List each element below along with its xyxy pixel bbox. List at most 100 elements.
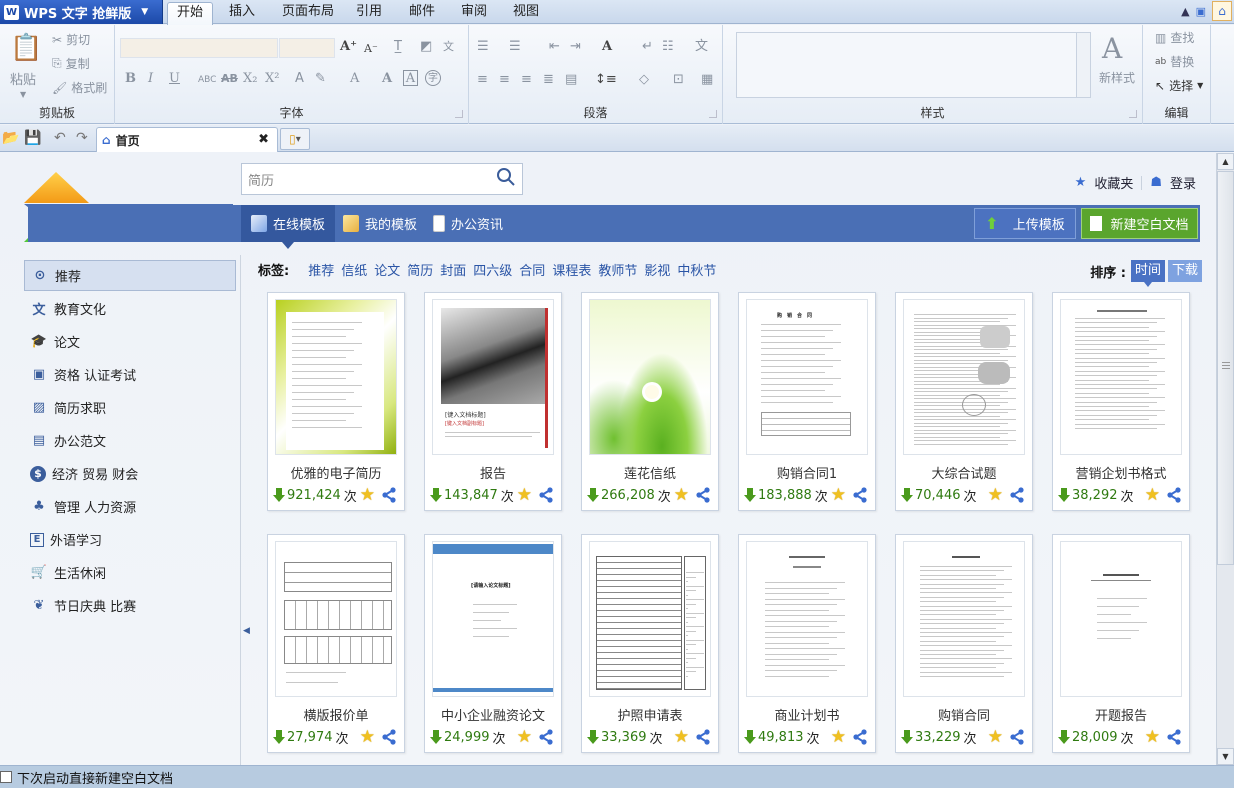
template-card[interactable]: 购销合同 购销合同1 183,888 次 ★ <box>738 292 876 511</box>
sidebar-item-management[interactable]: ♣ 管理 人力资源 <box>24 491 236 522</box>
tag-link[interactable]: 课程表 <box>552 260 591 279</box>
justify-icon[interactable]: ≣ <box>543 72 554 88</box>
template-card[interactable]: 购销合同 33,229 次 ★ <box>895 534 1033 753</box>
bullets-icon[interactable]: ☰ <box>477 39 489 55</box>
pinyin-icon[interactable]: 文 <box>443 39 454 55</box>
clear-format-icon[interactable]: ◩ <box>420 39 432 55</box>
redo-icon[interactable]: ↷ <box>76 130 88 146</box>
sidebar-item-lifestyle[interactable]: 🛒 生活休闲 <box>24 557 236 588</box>
align-center-icon[interactable]: ≡ <box>499 72 510 88</box>
find-button[interactable]: ▥ 查找 <box>1155 29 1194 46</box>
tab-mailings[interactable]: 邮件 <box>402 2 442 24</box>
tag-link[interactable]: 信纸 <box>341 260 367 279</box>
template-thumbnail[interactable]: 购销合同 <box>746 299 868 455</box>
favorite-star-icon[interactable]: ★ <box>674 727 689 747</box>
scroll-up-icon[interactable]: ▲ <box>1217 153 1234 170</box>
template-card[interactable]: 营销企划书格式 38,292 次 ★ <box>1052 292 1190 511</box>
save-icon[interactable]: 💾 <box>24 130 41 146</box>
paste-button[interactable]: 粘贴 <box>10 69 36 88</box>
char-spacing-icon[interactable]: A <box>602 39 612 55</box>
superscript-icon[interactable]: X² <box>265 71 279 87</box>
para-layout-icon[interactable]: ☷ <box>662 39 674 55</box>
home-icon[interactable]: ⌂ <box>1212 1 1232 21</box>
startup-new-blank-label[interactable]: 下次启动直接新建空白文档 <box>17 768 173 787</box>
template-card[interactable]: 大综合试题 70,446 次 ★ <box>895 292 1033 511</box>
char-border-icon[interactable]: A <box>403 70 418 86</box>
italic-icon[interactable]: I <box>148 71 153 87</box>
tag-link[interactable]: 影视 <box>644 260 670 279</box>
window-switch-icon[interactable]: ▣ <box>1196 5 1206 18</box>
new-style-button[interactable]: 新样式 <box>1099 69 1135 86</box>
template-card[interactable]: 莲花信纸 266,208 次 ★ <box>581 292 719 511</box>
sidebar-item-resume[interactable]: ▨ 简历求职 <box>24 392 236 423</box>
borders-icon[interactable]: ⊡ <box>673 72 684 88</box>
tab-references[interactable]: 引用 <box>349 2 389 24</box>
template-thumbnail[interactable] <box>275 299 397 455</box>
share-icon[interactable] <box>852 729 868 745</box>
favorite-star-icon[interactable]: ★ <box>360 485 375 505</box>
share-icon[interactable] <box>538 487 554 503</box>
vertical-scrollbar[interactable]: ▲ ▼ <box>1216 153 1234 765</box>
template-thumbnail[interactable] <box>589 541 711 697</box>
numbering-icon[interactable]: ☰ <box>509 39 521 55</box>
paragraph-dialog-launcher-icon[interactable] <box>709 110 717 118</box>
tab-homepage[interactable]: ⌂ 首页 ✖ <box>96 127 278 152</box>
sort-by-time[interactable]: 时间 <box>1130 260 1165 287</box>
tag-link[interactable]: 四六级 <box>473 260 512 279</box>
open-folder-icon[interactable]: 📂 <box>2 130 19 146</box>
sort-by-downloads[interactable]: 下载 <box>1167 260 1202 282</box>
grow-font-icon[interactable]: A⁺ <box>340 39 357 55</box>
template-title[interactable]: 大综合试题 <box>896 463 1032 482</box>
search-input[interactable]: 简历 <box>241 163 523 195</box>
tab-insert[interactable]: 插入 <box>220 2 264 24</box>
highlight-icon[interactable]: ✎ <box>315 71 326 87</box>
undo-icon[interactable]: ↶ <box>54 130 66 146</box>
font-size-select[interactable] <box>279 38 335 58</box>
template-thumbnail[interactable] <box>1060 541 1182 697</box>
share-icon[interactable] <box>381 729 397 745</box>
sidebar-item-recommended[interactable]: ⊙ 推荐 <box>24 260 236 291</box>
template-title[interactable]: 中小企业融资论文 <box>425 705 561 724</box>
line-spacing-icon[interactable]: ↕≡ <box>595 72 617 88</box>
share-icon[interactable] <box>852 487 868 503</box>
favorite-star-icon[interactable]: ★ <box>1145 485 1160 505</box>
favorites-link[interactable]: 收藏夹 <box>1094 173 1133 192</box>
copy-button[interactable]: ⎘ 复制 <box>52 55 90 72</box>
favorite-star-icon[interactable]: ★ <box>831 485 846 505</box>
tag-link[interactable]: 封面 <box>440 260 466 279</box>
font-name-select[interactable] <box>120 38 278 58</box>
scrollbar-thumb[interactable] <box>1217 171 1234 565</box>
template-card[interactable]: [请输入论文标题] 中小企业融资论文 24,999 次 ★ <box>424 534 562 753</box>
template-thumbnail[interactable] <box>1060 299 1182 455</box>
template-title[interactable]: 购销合同1 <box>739 463 875 482</box>
collapse-sidebar-icon[interactable]: ◀ <box>243 626 250 636</box>
template-title[interactable]: 商业计划书 <box>739 705 875 724</box>
template-title[interactable]: 优雅的电子简历 <box>268 463 404 482</box>
enclose-char-icon[interactable]: 字 <box>425 70 441 86</box>
favorite-star-icon[interactable]: ★ <box>1145 727 1160 747</box>
favorite-star-icon[interactable]: ★ <box>831 727 846 747</box>
login-link[interactable]: 登录 <box>1170 173 1196 192</box>
sidebar-item-office-docs[interactable]: ▤ 办公范文 <box>24 425 236 456</box>
favorite-star-icon[interactable]: ★ <box>674 485 689 505</box>
styles-gallery-scrollbar[interactable] <box>1076 33 1090 97</box>
share-icon[interactable] <box>1009 729 1025 745</box>
shrink-font-icon[interactable]: A⁻ <box>364 41 378 57</box>
new-tab-button[interactable]: ▯ ▾ <box>280 128 310 150</box>
tab-page-layout[interactable]: 页面布局 <box>276 2 340 24</box>
select-button[interactable]: ↖ 选择 ▼ <box>1155 77 1203 94</box>
favorite-star-icon[interactable]: ★ <box>988 727 1003 747</box>
search-icon[interactable] <box>496 167 516 187</box>
template-card[interactable]: [键入文档标题] [键入文档副标题] 报告 143,847 次 ★ <box>424 292 562 511</box>
table-icon[interactable]: ▦ <box>701 72 713 88</box>
tag-link[interactable]: 合同 <box>519 260 545 279</box>
template-card[interactable]: 开题报告 28,009 次 ★ <box>1052 534 1190 753</box>
underline-icon[interactable]: U <box>169 71 180 87</box>
tag-link[interactable]: 中秋节 <box>677 260 716 279</box>
decrease-indent-icon[interactable]: ⇤ <box>549 39 560 55</box>
sidebar-item-thesis[interactable]: 🎓 论文 <box>24 326 236 357</box>
line-break-icon[interactable]: ↵ <box>642 39 653 55</box>
tag-link[interactable]: 推荐 <box>308 260 334 279</box>
template-card[interactable]: 优雅的电子简历 921,424 次 ★ <box>267 292 405 511</box>
tag-link[interactable]: 简历 <box>407 260 433 279</box>
